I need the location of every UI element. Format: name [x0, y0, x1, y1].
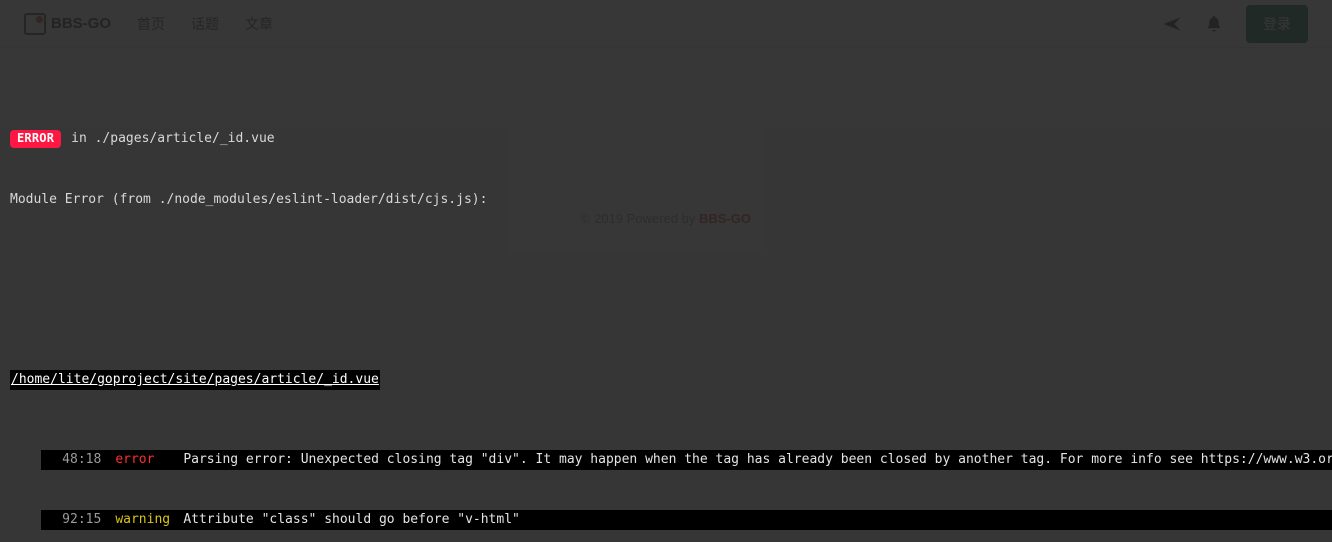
lint-message-list: 48:18 error Parsing error: Unexpected clos… — [41, 410, 1332, 542]
webpack-error-overlay: ERROR in ./pages/article/_id.vue Module … — [0, 0, 1332, 542]
lint-position: 48:18 — [62, 452, 102, 467]
error-header-text: in ./pages/article/_id.vue — [71, 131, 275, 146]
lint-position: 92:15 — [62, 512, 102, 527]
lint-severity: warning — [115, 512, 171, 527]
lint-message: Attribute "class" should go before "v-ht… — [183, 512, 520, 527]
file-path-row: /home/lite/goproject/site/pages/article/… — [0, 370, 1332, 390]
lint-row: 92:15 warning Attribute "class" should go … — [41, 510, 1332, 530]
file-path-link[interactable]: /home/lite/goproject/site/pages/article/… — [10, 370, 380, 390]
error-header: ERROR in ./pages/article/_id.vue — [0, 128, 1332, 150]
lint-row: 48:18 error Parsing error: Unexpected clos… — [41, 450, 1332, 470]
error-block: ERROR in ./pages/article/_id.vue Module … — [0, 88, 1332, 542]
lint-message: Parsing error: Unexpected closing tag "d… — [183, 452, 1332, 467]
lint-severity: error — [115, 452, 155, 467]
module-error-line: Module Error (from ./node_modules/eslint… — [10, 192, 488, 207]
error-badge: ERROR — [10, 130, 62, 148]
